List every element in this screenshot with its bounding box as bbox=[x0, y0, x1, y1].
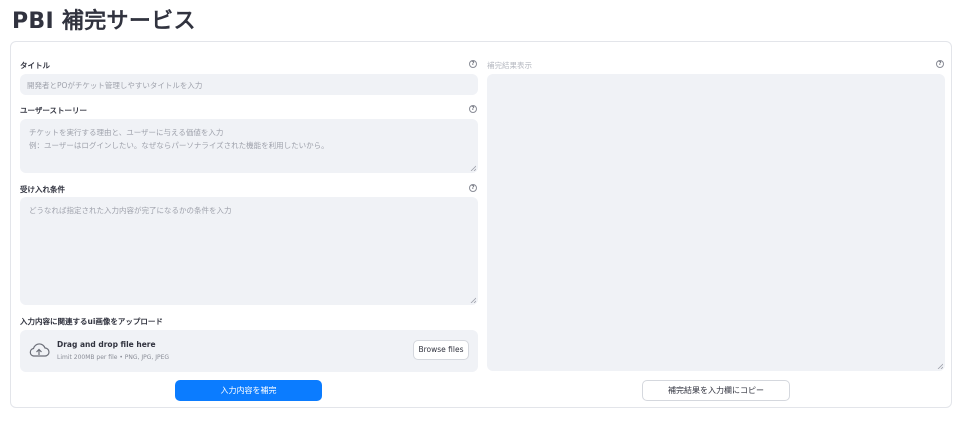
question-circle-icon[interactable]: ? bbox=[469, 184, 477, 192]
resize-grip-icon[interactable] bbox=[937, 363, 943, 369]
user-story-textarea[interactable]: チケットを実行する理由と、ユーザーに与える価値を入力 例：ユーザーはログインした… bbox=[20, 119, 478, 173]
user-story-placeholder-line1: チケットを実行する理由と、ユーザーに与える価値を入力 bbox=[29, 128, 224, 137]
question-circle-icon[interactable]: ? bbox=[936, 60, 944, 68]
dropzone-limit-text: Limit 200MB per file • PNG, JPG, JPEG bbox=[57, 354, 170, 361]
page-title: PBI 補完サービス bbox=[12, 9, 196, 34]
acceptance-criteria-placeholder: どうなれば指定された入力内容が完了になるかの条件を入力 bbox=[29, 206, 232, 215]
complete-input-button[interactable]: 入力内容を補完 bbox=[175, 380, 322, 401]
user-story-placeholder-line2: 例：ユーザーはログインしたい。なぜならパーソナライズされた機能を利用したいから。 bbox=[29, 141, 329, 150]
resize-grip-icon[interactable] bbox=[470, 297, 476, 303]
title-input[interactable]: 開発者とPOがチケット管理しやすいタイトルを入力 bbox=[20, 74, 478, 95]
user-story-label: ユーザーストーリー bbox=[20, 106, 87, 115]
pbi-form-card: タイトル ? 開発者とPOがチケット管理しやすいタイトルを入力 ユーザーストーリ… bbox=[10, 41, 952, 408]
dropzone-title: Drag and drop file here bbox=[57, 340, 156, 349]
upload-label: 入力内容に関連するui画像をアップロード bbox=[20, 317, 163, 326]
result-textarea[interactable] bbox=[487, 74, 945, 371]
browse-files-button[interactable]: Browse files bbox=[413, 340, 469, 360]
cloud-upload-icon bbox=[29, 343, 50, 357]
acceptance-criteria-label: 受け入れ条件 bbox=[20, 185, 65, 194]
copy-result-button[interactable]: 補完結果を入力欄にコピー bbox=[642, 380, 790, 401]
file-dropzone[interactable]: Drag and drop file here Limit 200MB per … bbox=[20, 330, 478, 372]
resize-grip-icon[interactable] bbox=[470, 165, 476, 171]
question-circle-icon[interactable]: ? bbox=[469, 105, 477, 113]
title-label: タイトル bbox=[20, 61, 50, 70]
question-circle-icon[interactable]: ? bbox=[469, 60, 477, 68]
acceptance-criteria-textarea[interactable]: どうなれば指定された入力内容が完了になるかの条件を入力 bbox=[20, 197, 478, 305]
result-label: 補完結果表示 bbox=[487, 61, 532, 70]
